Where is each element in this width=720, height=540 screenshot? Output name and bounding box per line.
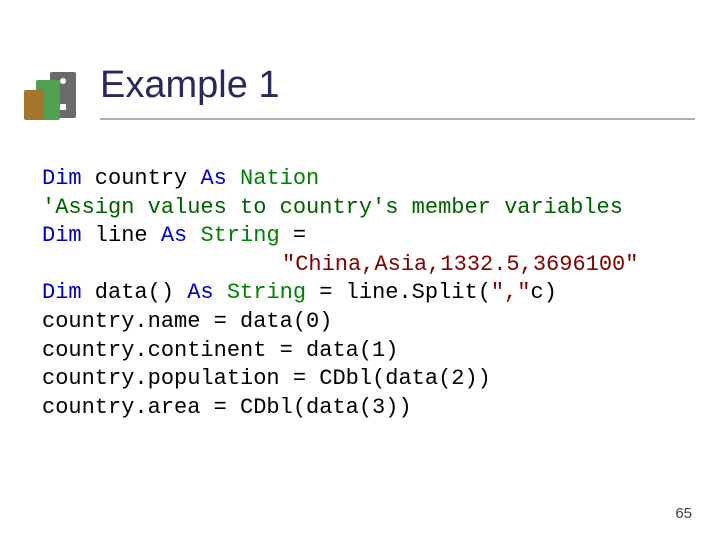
code-text: line [82,223,161,248]
code-text [227,166,240,191]
keyword: As [200,166,226,191]
keyword: Dim [42,166,82,191]
code-line: country.continent = data(1) [42,338,398,363]
string-literal: "," [491,280,531,305]
code-text: data() [82,280,188,305]
comment: 'Assign values to country's member varia… [42,195,623,220]
string-literal: "China,Asia,1332.5,3696100" [282,252,638,277]
code-text: country [82,166,201,191]
code-block: Dim country As Nation 'Assign values to … [42,165,690,422]
keyword: Dim [42,280,82,305]
page-number: 65 [675,505,692,522]
title-underline [100,118,695,120]
type-name: String [227,280,306,305]
keyword: Dim [42,223,82,248]
type-name: String [200,223,279,248]
code-line: country.population = CDbl(data(2)) [42,366,491,391]
type-name: Nation [240,166,319,191]
code-text: = [280,223,306,248]
books-icon [22,68,82,128]
code-text: c) [531,280,557,305]
code-text: = line.Split( [306,280,491,305]
keyword: As [187,280,213,305]
code-line: country.area = CDbl(data(3)) [42,395,412,420]
code-text [214,280,227,305]
keyword: As [161,223,187,248]
slide-title: Example 1 [100,64,280,107]
code-text [187,223,200,248]
code-line: country.name = data(0) [42,309,332,334]
